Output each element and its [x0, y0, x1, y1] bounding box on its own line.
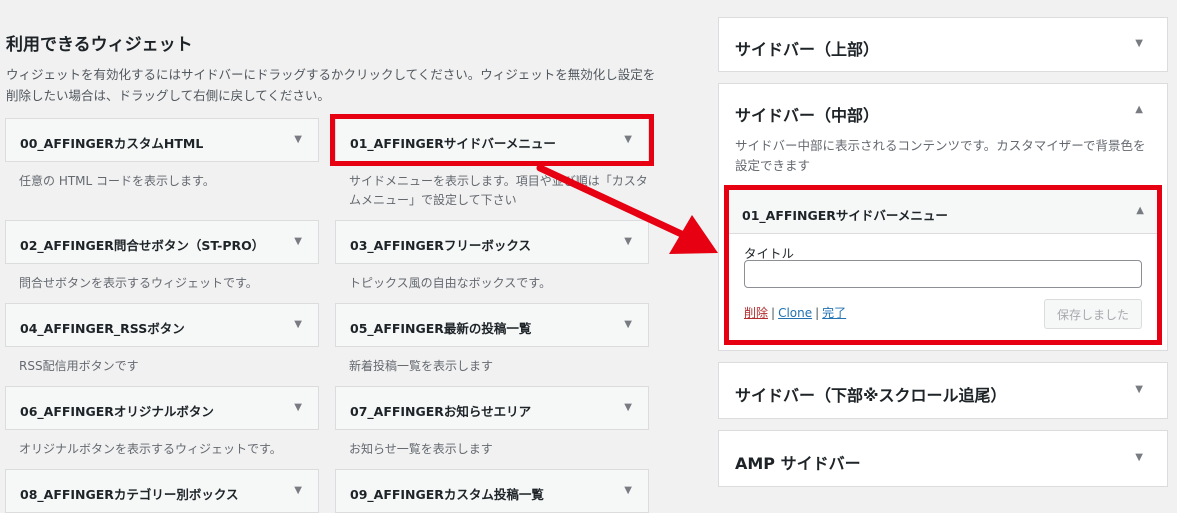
widget-title: 01_AFFINGERサイドバーメニュー: [742, 208, 948, 223]
triangle-down-icon[interactable]: ▼: [294, 319, 302, 330]
sidebar-title: サイドバー（中部）: [735, 106, 880, 125]
section-title: 利用できるウィジェット: [6, 35, 193, 55]
clone-link[interactable]: Clone: [778, 306, 812, 320]
expanded-widget-header[interactable]: 01_AFFINGERサイドバーメニュー ▲: [728, 190, 1158, 234]
triangle-down-icon[interactable]: ▼: [624, 236, 632, 247]
separator: |: [815, 306, 820, 320]
sidebar-title: サイドバー（下部※スクロール追尾）: [735, 386, 1007, 405]
expanded-widget: 01_AFFINGERサイドバーメニュー ▲ タイトル 削除 | Clone | 完了 …: [727, 189, 1159, 345]
widget-01-sidebar-menu[interactable]: 01_AFFINGERサイドバーメニュー ▼: [335, 118, 649, 162]
widget-description: トピックス風の自由なボックスです。: [349, 276, 552, 290]
available-widgets-panel: 利用できるウィジェット ウィジェットを有効化するにはサイドバーにドラッグするかク…: [0, 0, 680, 513]
widget-actions: 削除 | Clone | 完了: [744, 304, 846, 321]
widget-06-original-button[interactable]: 06_AFFINGERオリジナルボタン ▼: [5, 386, 319, 430]
widget-00-custom-html[interactable]: 00_AFFINGERカスタムHTML ▼: [5, 118, 319, 162]
widget-title: 07_AFFINGERお知らせエリア: [350, 404, 532, 419]
widget-09-custom-post-list[interactable]: 09_AFFINGERカスタム投稿一覧 ▼: [335, 469, 649, 513]
widget-title: 01_AFFINGERサイドバーメニュー: [350, 136, 556, 151]
widget-title: 05_AFFINGER最新の投稿一覧: [350, 321, 532, 336]
widget-title: 06_AFFINGERオリジナルボタン: [20, 404, 214, 419]
delete-link[interactable]: 削除: [744, 306, 768, 320]
widget-description: お知らせ一覧を表示します: [349, 442, 493, 456]
sidebar-amp[interactable]: AMP サイドバー ▼: [718, 430, 1168, 487]
sidebar-title: AMP サイドバー: [735, 454, 861, 473]
triangle-down-icon[interactable]: ▼: [294, 236, 302, 247]
widget-08-category-box[interactable]: 08_AFFINGERカテゴリー別ボックス ▼: [5, 469, 319, 513]
section-description: ウィジェットを有効化するにはサイドバーにドラッグするかクリックしてください。ウィ…: [6, 67, 656, 103]
sidebar-middle[interactable]: サイドバー（中部） ▲ サイドバー中部に表示されるコンテンツです。カスタマイザー…: [718, 83, 1168, 351]
triangle-down-icon[interactable]: ▼: [294, 134, 302, 145]
widget-07-notice-area[interactable]: 07_AFFINGERお知らせエリア ▼: [335, 386, 649, 430]
triangle-down-icon[interactable]: ▼: [294, 485, 302, 496]
triangle-up-icon[interactable]: ▲: [1136, 205, 1144, 216]
title-input[interactable]: [744, 260, 1142, 288]
widget-description: 新着投稿一覧を表示します: [349, 359, 494, 373]
sidebar-description: サイドバー中部に表示されるコンテンツです。カスタマイザーで背景色を設定できます: [735, 138, 1146, 173]
triangle-down-icon[interactable]: ▼: [624, 402, 632, 413]
triangle-down-icon[interactable]: ▼: [294, 402, 302, 413]
separator: |: [771, 306, 776, 320]
widget-description: RSS配信用ボタンです: [19, 359, 139, 373]
triangle-down-icon[interactable]: ▼: [1135, 384, 1143, 395]
widget-04-rss-button[interactable]: 04_AFFINGER_RSSボタン ▼: [5, 303, 319, 347]
triangle-down-icon[interactable]: ▼: [1135, 38, 1143, 49]
widget-title: 08_AFFINGERカテゴリー別ボックス: [20, 487, 239, 502]
widget-description: 問合せボタンを表示するウィジェットです。: [19, 276, 258, 290]
sidebar-top[interactable]: サイドバー（上部） ▼: [718, 17, 1168, 72]
widget-title: 02_AFFINGER問合せボタン（ST-PRO）: [20, 238, 265, 253]
triangle-down-icon[interactable]: ▼: [624, 485, 632, 496]
sidebar-bottom-sticky[interactable]: サイドバー（下部※スクロール追尾） ▼: [718, 362, 1168, 419]
triangle-up-icon[interactable]: ▲: [1135, 104, 1143, 115]
widget-description: サイドメニューを表示します。項目や並び順は「カスタムメニュー」で設定して下さい: [349, 174, 648, 207]
widget-title: 03_AFFINGERフリーボックス: [350, 238, 532, 253]
sidebar-title: サイドバー（上部）: [735, 40, 880, 59]
save-button[interactable]: 保存しました: [1044, 299, 1142, 329]
widget-03-free-box[interactable]: 03_AFFINGERフリーボックス ▼: [335, 220, 649, 264]
widget-description: オリジナルボタンを表示するウィジェットです。: [19, 442, 282, 456]
widget-05-recent-posts[interactable]: 05_AFFINGER最新の投稿一覧 ▼: [335, 303, 649, 347]
widget-title: 00_AFFINGERカスタムHTML: [20, 136, 204, 151]
triangle-down-icon[interactable]: ▼: [624, 319, 632, 330]
widget-title: 04_AFFINGER_RSSボタン: [20, 321, 185, 336]
widget-02-contact-button[interactable]: 02_AFFINGER問合せボタン（ST-PRO） ▼: [5, 220, 319, 264]
done-link[interactable]: 完了: [822, 306, 846, 320]
widget-description: 任意の HTML コードを表示します。: [19, 174, 215, 188]
widget-title: 09_AFFINGERカスタム投稿一覧: [350, 487, 544, 502]
triangle-down-icon[interactable]: ▼: [1135, 452, 1143, 463]
triangle-down-icon[interactable]: ▼: [624, 134, 632, 145]
